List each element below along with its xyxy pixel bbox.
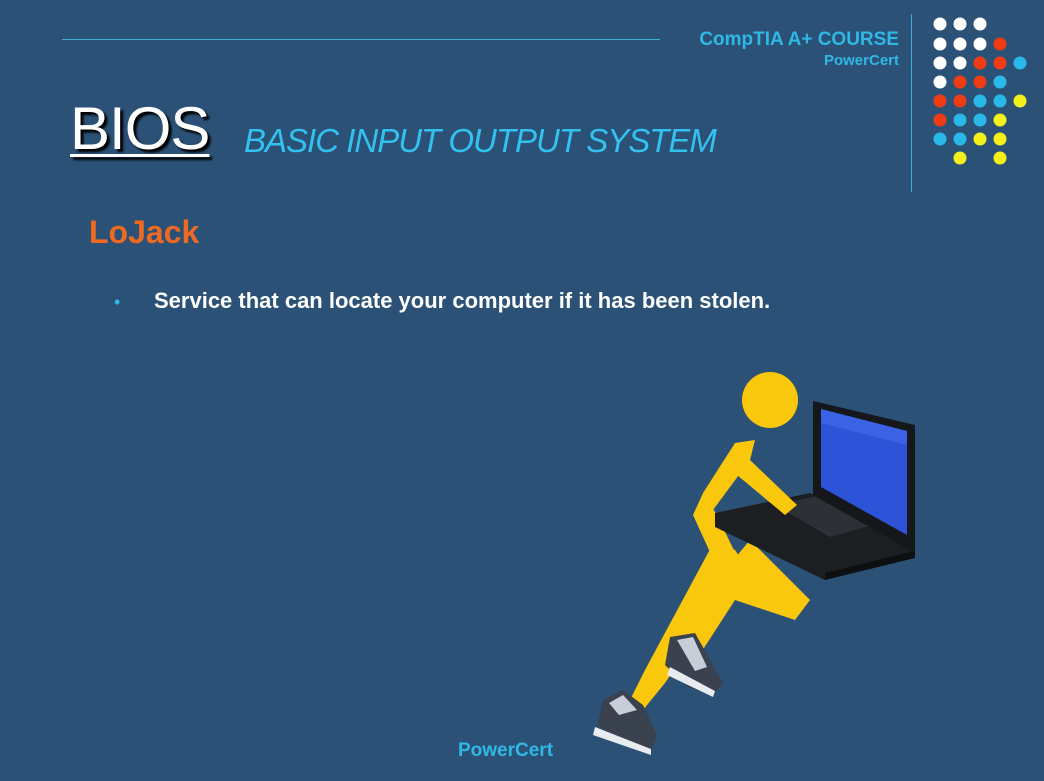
dot-row-8 xyxy=(953,151,1007,165)
dot-row-6 xyxy=(933,113,1007,127)
figure-head xyxy=(742,372,798,428)
section-heading: LoJack xyxy=(89,214,200,250)
decorative-dot-grid xyxy=(933,17,1027,165)
slide-subtitle: BASIC INPUT OUTPUT SYSTEM xyxy=(244,122,717,159)
running-thief-with-laptop-illustration xyxy=(593,372,915,755)
slide: CompTIA A+ COURSE PowerCert BIOS BASIC I… xyxy=(0,0,1044,781)
footer-brand: PowerCert xyxy=(458,740,554,761)
dot-row-5 xyxy=(933,94,1027,108)
bullet-item: • Service that can locate your computer … xyxy=(114,288,770,314)
header-course-title: CompTIA A+ COURSE xyxy=(699,29,899,50)
top-divider-line xyxy=(62,39,660,40)
bullet-list: • Service that can locate your computer … xyxy=(114,288,770,314)
dot-row-1 xyxy=(933,17,987,31)
dot-row-2 xyxy=(933,37,1007,51)
bullet-text: Service that can locate your computer if… xyxy=(154,288,771,313)
bullet-icon: • xyxy=(114,292,121,312)
slide-title: BIOS xyxy=(70,95,210,162)
dot-row-7 xyxy=(933,132,1007,146)
header-brand: PowerCert xyxy=(823,52,899,69)
vertical-divider-line xyxy=(911,14,912,192)
dot-row-3 xyxy=(933,56,1027,70)
dot-row-4 xyxy=(933,75,1007,89)
sneaker-icon-back xyxy=(665,633,723,697)
